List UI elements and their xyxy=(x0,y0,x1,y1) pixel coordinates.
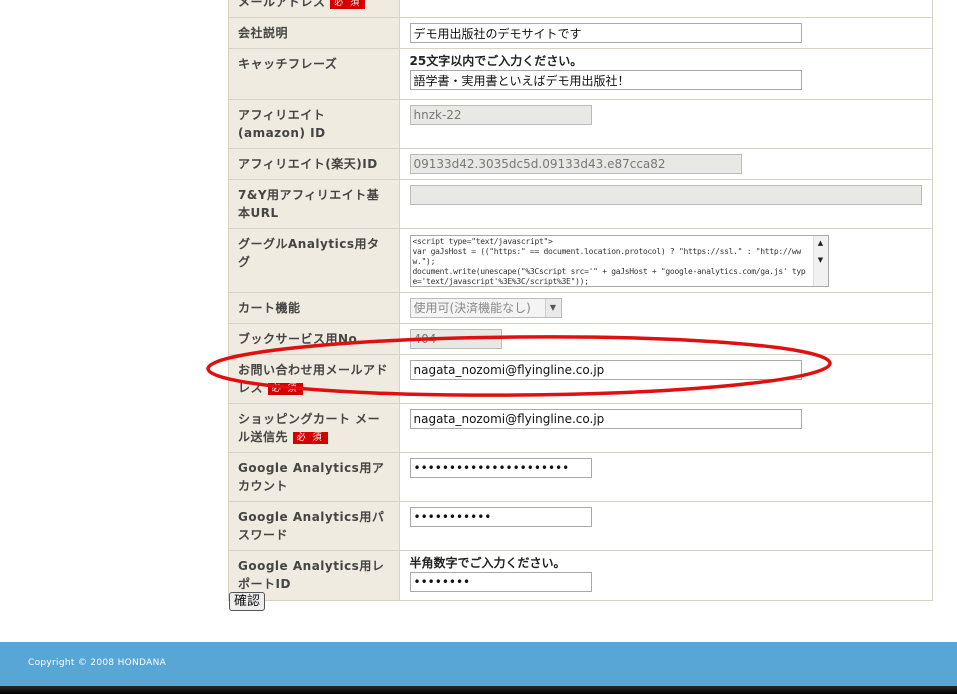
row-aff-amazon: アフィリエイト(amazon) ID xyxy=(229,99,932,149)
row-ga-report: Google Analytics用レポートID 半角数字でご入力ください。 xyxy=(229,550,932,600)
required-badge: 必 須 xyxy=(267,382,303,395)
aff-7y-label: 7&Y用アフィリエイト基本URL xyxy=(229,179,400,229)
textarea-scrollbar[interactable]: ▲ ▼ xyxy=(812,236,828,286)
ga-report-input[interactable] xyxy=(409,572,592,592)
chevron-down-icon: ▼ xyxy=(544,299,561,317)
row-catchphrase: キャッチフレーズ 25文字以内でご入力ください。 xyxy=(229,48,932,100)
cart-email-input[interactable] xyxy=(409,409,802,429)
contact-email-label: お問い合わせ用メールアドレス xyxy=(238,363,389,395)
aff-7y-input[interactable] xyxy=(409,185,922,205)
row-cart: カート機能 使用可(決済機能なし) ▼ xyxy=(229,292,932,324)
settings-form: メールアドレス 必 須 会社説明 キャッチフレーズ 25文字以内でご入力ください… xyxy=(228,0,933,601)
cart-select[interactable]: 使用可(決済機能なし) ▼ xyxy=(409,298,562,318)
contact-email-input[interactable] xyxy=(409,360,802,380)
row-company-desc: 会社説明 xyxy=(229,17,932,49)
cart-email-label-cell: ショッピングカート メール送信先 必 須 xyxy=(229,403,400,453)
scroll-down-icon[interactable]: ▼ xyxy=(814,253,828,268)
row-ga-account: Google Analytics用アカウント xyxy=(229,452,932,502)
ga-account-input[interactable] xyxy=(409,458,592,478)
settings-table: メールアドレス 必 須 会社説明 キャッチフレーズ 25文字以内でご入力ください… xyxy=(229,0,932,600)
catchphrase-hint: 25文字以内でご入力ください。 xyxy=(409,54,583,68)
ga-account-label: Google Analytics用アカウント xyxy=(229,452,400,502)
analytics-tag-label: グーグルAnalytics用タグ xyxy=(229,228,400,293)
ga-report-hint: 半角数字でご入力ください。 xyxy=(409,556,566,570)
row-ga-password: Google Analytics用パスワード xyxy=(229,501,932,551)
company-desc-label: 会社説明 xyxy=(229,17,400,49)
row-analytics-tag: グーグルAnalytics用タグ <script type="text/java… xyxy=(229,228,932,293)
catchphrase-input[interactable] xyxy=(409,70,802,90)
ga-password-label: Google Analytics用パスワード xyxy=(229,501,400,551)
bottom-strip xyxy=(0,686,957,694)
aff-amazon-label: アフィリエイト(amazon) ID xyxy=(229,99,400,149)
row-email-top: メールアドレス 必 須 xyxy=(229,0,932,18)
aff-rakuten-input[interactable] xyxy=(409,154,742,174)
email-top-value-cell xyxy=(399,0,932,18)
cart-label: カート機能 xyxy=(229,292,400,324)
analytics-tag-textarea[interactable]: <script type="text/javascript"> var gaJs… xyxy=(409,235,829,287)
row-cart-email: ショッピングカート メール送信先 必 須 xyxy=(229,403,932,453)
book-service-label: ブックサービス用No xyxy=(229,323,400,355)
row-book-service: ブックサービス用No xyxy=(229,323,932,355)
contact-email-label-cell: お問い合わせ用メールアドレス 必 須 xyxy=(229,354,400,404)
analytics-tag-text: <script type="text/javascript"> var gaJs… xyxy=(412,237,806,286)
footer: Copyright © 2008 HONDANA xyxy=(0,642,957,686)
book-service-input[interactable] xyxy=(409,329,502,349)
confirm-button[interactable]: 確認 xyxy=(229,592,266,611)
footer-copyright: Copyright © 2008 HONDANA xyxy=(28,658,167,668)
row-contact-email: お問い合わせ用メールアドレス 必 須 xyxy=(229,354,932,404)
company-desc-input[interactable] xyxy=(409,23,802,43)
catchphrase-label: キャッチフレーズ xyxy=(229,48,400,100)
row-aff-rakuten: アフィリエイト(楽天)ID xyxy=(229,148,932,180)
required-badge: 必 須 xyxy=(330,0,366,9)
email-top-label-cell: メールアドレス 必 須 xyxy=(229,0,400,18)
cart-select-value: 使用可(決済機能なし) xyxy=(413,301,531,315)
row-aff-7y: 7&Y用アフィリエイト基本URL xyxy=(229,179,932,229)
aff-amazon-input[interactable] xyxy=(409,105,592,125)
email-top-label: メールアドレス xyxy=(238,0,326,9)
scroll-up-icon[interactable]: ▲ xyxy=(814,236,828,251)
aff-rakuten-label: アフィリエイト(楽天)ID xyxy=(229,148,400,180)
required-badge: 必 須 xyxy=(292,431,328,444)
ga-password-input[interactable] xyxy=(409,507,592,527)
